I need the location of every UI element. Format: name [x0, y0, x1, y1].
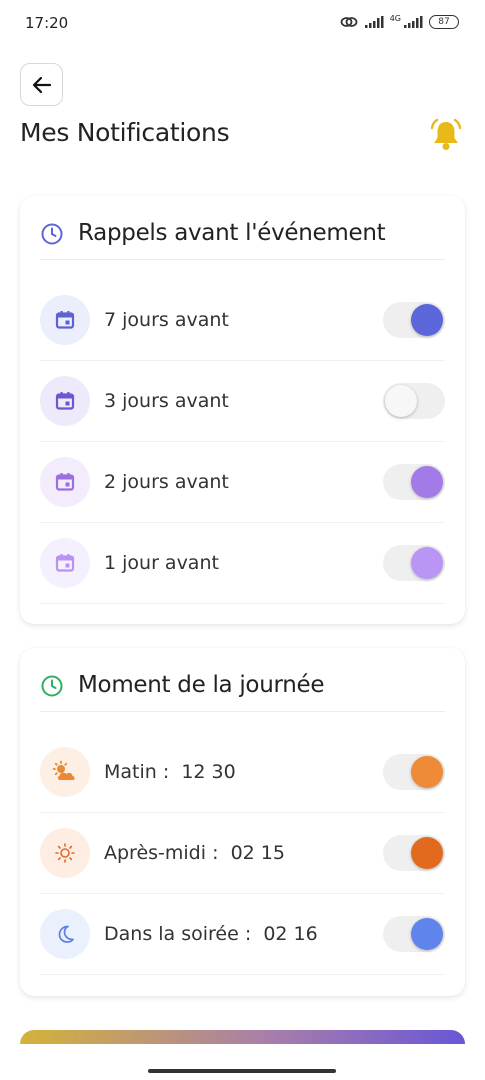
sun-cloud-icon — [40, 747, 90, 797]
calendar-icon — [40, 295, 90, 345]
signal-icon-2 — [404, 16, 423, 28]
link-icon — [340, 17, 358, 27]
reminder-label: 7 jours avant — [104, 309, 229, 331]
bell-icon — [430, 118, 462, 150]
reminder-row-7-days: 7 jours avant — [40, 280, 445, 361]
reminders-card: Rappels avant l'événement 7 jours avant … — [20, 196, 465, 624]
status-time: 17:20 — [25, 14, 69, 32]
moment-time[interactable]: 12 30 — [181, 761, 235, 783]
calendar-icon — [40, 457, 90, 507]
moment-row-morning: Matin : 12 30 — [40, 732, 445, 813]
clock-icon — [41, 675, 63, 696]
moment-row-evening: Dans la soirée : 02 16 — [40, 894, 445, 975]
moment-label: Après-midi : 02 15 — [104, 842, 383, 864]
signal-icon — [364, 16, 384, 28]
calendar-icon — [40, 376, 90, 426]
battery-level: 87 — [438, 17, 450, 27]
save-button[interactable] — [20, 1030, 465, 1044]
reminder-toggle-1-day[interactable] — [383, 545, 445, 581]
reminder-row-3-days: 3 jours avant — [40, 361, 445, 442]
status-bar: 17:20 4G 87 — [0, 0, 485, 44]
moment-name: Après-midi : — [104, 842, 219, 864]
calendar-icon — [40, 538, 90, 588]
reminders-title: Rappels avant l'événement — [78, 219, 386, 246]
reminder-label: 2 jours avant — [104, 471, 229, 493]
page-title: Mes Notifications — [20, 118, 230, 147]
reminder-row-2-days: 2 jours avant — [40, 442, 445, 523]
back-button[interactable] — [20, 63, 63, 106]
reminder-toggle-2-days[interactable] — [383, 464, 445, 500]
moon-icon — [40, 909, 90, 959]
moment-row-afternoon: Après-midi : 02 15 — [40, 813, 445, 894]
moment-toggle-evening[interactable] — [383, 916, 445, 952]
status-icons: 4G 87 — [340, 13, 459, 29]
moment-time[interactable]: 02 15 — [231, 842, 285, 864]
battery-icon: 87 — [429, 15, 459, 29]
home-indicator[interactable] — [148, 1069, 336, 1073]
moments-title: Moment de la journée — [78, 671, 325, 698]
reminders-header: Rappels avant l'événement — [40, 214, 445, 260]
moment-toggle-afternoon[interactable] — [383, 835, 445, 871]
moments-card: Moment de la journée Matin : 12 30 Après… — [20, 648, 465, 996]
sun-icon — [40, 828, 90, 878]
network-type: 4G — [389, 13, 401, 23]
reminder-toggle-3-days[interactable] — [383, 383, 445, 419]
reminder-toggle-7-days[interactable] — [383, 302, 445, 338]
moments-header: Moment de la journée — [40, 666, 445, 712]
moment-label: Dans la soirée : 02 16 — [104, 923, 383, 945]
reminder-label: 1 jour avant — [104, 552, 219, 574]
moment-name: Dans la soirée : — [104, 923, 252, 945]
clock-icon — [41, 223, 63, 244]
moment-label: Matin : 12 30 — [104, 761, 383, 783]
reminder-label: 3 jours avant — [104, 390, 229, 412]
moment-time[interactable]: 02 16 — [263, 923, 317, 945]
moment-name: Matin : — [104, 761, 170, 783]
moment-toggle-morning[interactable] — [383, 754, 445, 790]
reminder-row-1-day: 1 jour avant — [40, 523, 445, 604]
notification-bell-button[interactable] — [428, 117, 464, 153]
arrow-left-icon — [32, 76, 51, 93]
